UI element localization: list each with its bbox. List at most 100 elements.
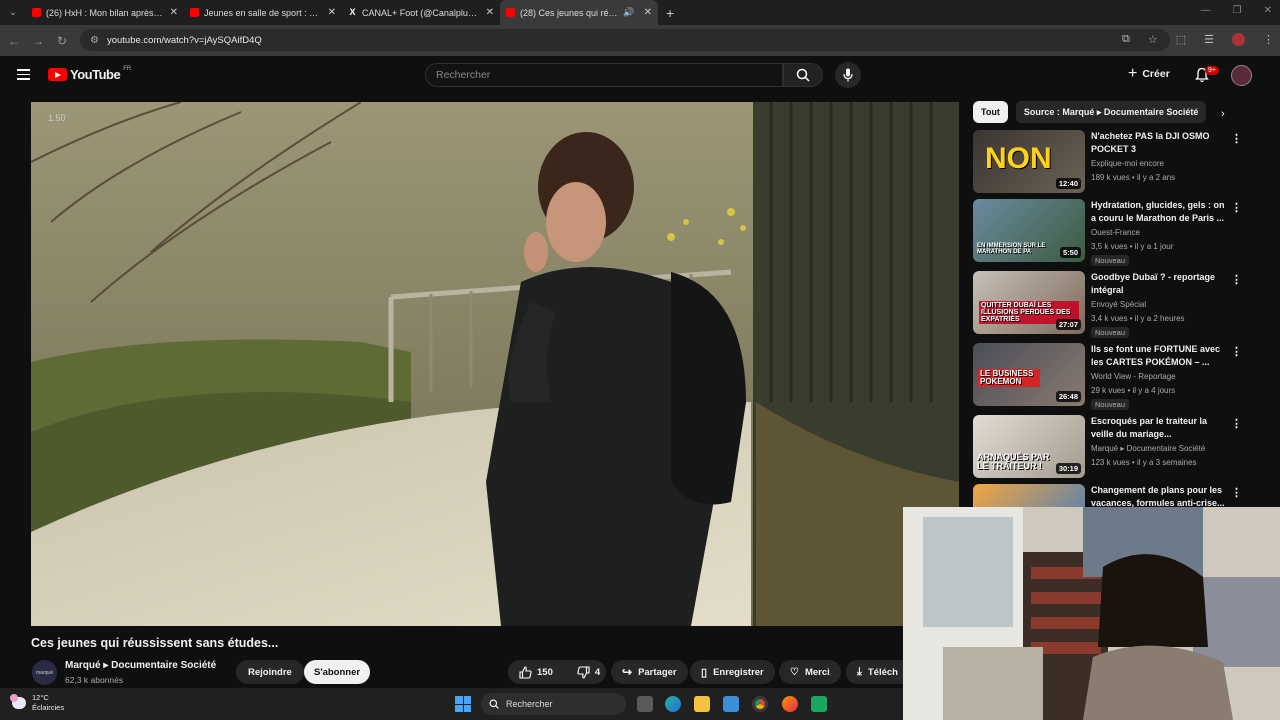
recommendation-channel: Explique-moi encore — [1091, 159, 1164, 168]
windows-start-icon[interactable] — [455, 696, 471, 712]
taskbar-search[interactable]: Rechercher — [481, 693, 626, 715]
video-thumbnail[interactable] — [973, 484, 1085, 507]
thanks-button[interactable]: ♡ Merci — [779, 660, 841, 684]
more-options-icon[interactable]: ⋮ — [1231, 486, 1242, 499]
weather-condition: Éclaircies — [32, 703, 65, 712]
more-options-icon[interactable]: ⋮ — [1231, 132, 1242, 145]
speaker-icon[interactable]: 🔊 — [623, 7, 634, 18]
url-field[interactable]: ⚙ youtube.com/watch?v=jAySQAifD4Q — [80, 29, 1170, 51]
close-tab-icon[interactable]: ✕ — [644, 7, 652, 18]
reload-icon[interactable]: ↻ — [50, 34, 74, 48]
recommendation-title: Hydratation, glucides, gels : on a couru… — [1091, 200, 1225, 223]
download-button[interactable]: ⤓ Téléch — [846, 660, 903, 684]
share-button[interactable]: ↪ Partager — [611, 660, 688, 684]
close-tab-icon[interactable]: ✕ — [328, 7, 336, 18]
site-info-icon[interactable]: ⚙ — [90, 35, 99, 46]
more-options-icon[interactable]: ⋮ — [1231, 417, 1242, 430]
firefox-browser-icon[interactable] — [782, 696, 798, 712]
browser-tab-3[interactable]: X CANAL+ Foot (@CanalplusFoo ✕ — [342, 0, 500, 25]
video-duration: 30:19 — [1055, 463, 1081, 474]
thumbnail-text: LE BUSINESS POKEMON — [978, 369, 1040, 387]
browser-menu-icon[interactable]: ⋮ — [1263, 33, 1274, 46]
chip-source[interactable]: Source : Marqué ▸ Documentaire Société — [1015, 101, 1207, 123]
more-options-icon[interactable]: ⋮ — [1231, 273, 1242, 286]
recommendation-title: Escroqués par le traiteur la veille du m… — [1091, 416, 1208, 439]
search-button[interactable] — [783, 63, 823, 87]
bookmark-star-icon[interactable]: ☆ — [1148, 33, 1158, 46]
video-duration: 26:48 — [1055, 391, 1081, 402]
create-button[interactable]: + Créer — [1128, 66, 1170, 82]
channel-name[interactable]: Marqué ▸ Documentaire Société — [65, 660, 216, 671]
profile-avatar-icon[interactable] — [1232, 33, 1245, 46]
more-options-icon[interactable]: ⋮ — [1231, 201, 1242, 214]
microsoft-store-icon[interactable] — [723, 696, 739, 712]
recommendation-item[interactable]: LE BUSINESS POKEMON 26:48 Ils se font un… — [973, 343, 1253, 410]
join-button[interactable]: Rejoindre — [236, 660, 304, 684]
video-duration: 5:50 — [1059, 247, 1081, 258]
video-duration: 12:40 — [1055, 178, 1081, 189]
browser-address-bar: ← → ↻ ⚙ youtube.com/watch?v=jAySQAifD4Q … — [0, 25, 1280, 56]
weather-widget[interactable]: 12°C Éclaircies — [10, 693, 65, 713]
search-input[interactable]: Rechercher — [425, 63, 783, 87]
channel-avatar[interactable]: marqué — [32, 660, 57, 685]
extensions-icon[interactable]: ⬚ — [1176, 33, 1186, 46]
recommendation-item[interactable]: ARNAQUÉS PAR LE TRAITEUR ! 30:19 Escroqu… — [973, 415, 1253, 481]
app-icon[interactable] — [811, 696, 827, 712]
close-tab-icon[interactable]: ✕ — [486, 7, 494, 18]
menu-hamburger-icon[interactable] — [17, 69, 30, 80]
taskbar-search-label: Rechercher — [506, 699, 553, 709]
tab-search-chevron-icon[interactable]: ⌄ — [0, 0, 26, 25]
video-frame-scene — [31, 102, 959, 626]
save-button[interactable]: ▯ Enregistrer — [690, 660, 775, 684]
recommendation-title: Ils se font une FORTUNE avec les CARTES … — [1091, 344, 1221, 367]
task-view-icon[interactable] — [637, 696, 653, 712]
file-explorer-icon[interactable] — [694, 696, 710, 712]
youtube-logo[interactable]: YouTube FR — [48, 65, 132, 82]
install-app-icon[interactable]: ⧉ — [1122, 33, 1130, 46]
edge-browser-icon[interactable] — [665, 696, 681, 712]
recommendation-meta: 3,4 k vues • il y a 2 heures — [1091, 314, 1185, 323]
browser-tab-1[interactable]: (26) HxH : Mon bilan après 25 a ✕ — [26, 0, 184, 25]
recommendation-item[interactable]: EN IMMERSION SUR LE MARATHON DE PA 5:50 … — [973, 199, 1253, 266]
account-avatar[interactable] — [1231, 65, 1252, 86]
youtube-favicon-icon — [190, 8, 199, 17]
more-options-icon[interactable]: ⋮ — [1231, 345, 1242, 358]
tab-groups-icon[interactable]: ☰ — [1204, 33, 1214, 46]
video-thumbnail[interactable]: NON 12:40 — [973, 130, 1085, 193]
forward-icon[interactable]: → — [26, 34, 50, 48]
recommendation-item[interactable]: NON 12:40 N'achetez PAS la DJI OSMO POCK… — [973, 130, 1253, 196]
like-dislike-pill: 150 4 — [508, 660, 606, 684]
thumbs-down-icon — [577, 665, 590, 679]
like-count: 150 — [537, 666, 553, 678]
minimize-icon[interactable]: — — [1201, 5, 1211, 16]
chrome-browser-icon[interactable] — [752, 696, 768, 712]
subscriber-count: 62,3 k abonnés — [65, 675, 124, 685]
browser-tab-bar: ⌄ (26) HxH : Mon bilan après 25 a ✕ Jeun… — [0, 0, 1280, 25]
voice-search-button[interactable] — [835, 62, 861, 88]
close-tab-icon[interactable]: ✕ — [170, 7, 178, 18]
maximize-icon[interactable]: ❐ — [1233, 5, 1242, 16]
video-thumbnail[interactable]: EN IMMERSION SUR LE MARATHON DE PA 5:50 — [973, 199, 1085, 262]
partly-cloudy-icon — [10, 694, 26, 709]
like-button[interactable]: 150 — [519, 665, 553, 679]
new-tab-button[interactable]: + — [666, 5, 674, 21]
thumbnail-text: ARNAQUÉS PAR LE TRAITEUR ! — [977, 452, 1050, 471]
chip-all[interactable]: Tout — [973, 101, 1008, 123]
youtube-header: YouTube FR Rechercher + Créer 9+ — [0, 56, 1280, 96]
video-thumbnail[interactable]: LE BUSINESS POKEMON 26:48 — [973, 343, 1085, 406]
video-thumbnail[interactable]: ARNAQUÉS PAR LE TRAITEUR ! 30:19 — [973, 415, 1085, 478]
video-thumbnail[interactable]: QUITTER DUBAÏ LES ILLUSIONS PERDUES DES … — [973, 271, 1085, 334]
youtube-favicon-icon — [32, 8, 41, 17]
browser-tab-4-active[interactable]: (28) Ces jeunes qui réussis 🔊 ✕ — [500, 0, 658, 25]
dislike-button[interactable]: 4 — [577, 665, 600, 679]
country-code: FR — [123, 65, 132, 72]
browser-tab-2[interactable]: Jeunes en salle de sport : entre ✕ — [184, 0, 342, 25]
video-player[interactable]: 1.50 — [31, 102, 959, 626]
recommendation-item[interactable]: QUITTER DUBAÏ LES ILLUSIONS PERDUES DES … — [973, 271, 1253, 338]
webcam-overlay — [903, 507, 1280, 720]
close-window-icon[interactable]: ✕ — [1264, 5, 1272, 16]
recommendation-item[interactable]: Changement de plans pour les vacances, f… — [973, 484, 1253, 507]
subscribe-button[interactable]: S'abonner — [304, 660, 371, 684]
chevron-right-icon[interactable]: › — [1221, 108, 1225, 120]
back-icon[interactable]: ← — [2, 34, 26, 48]
